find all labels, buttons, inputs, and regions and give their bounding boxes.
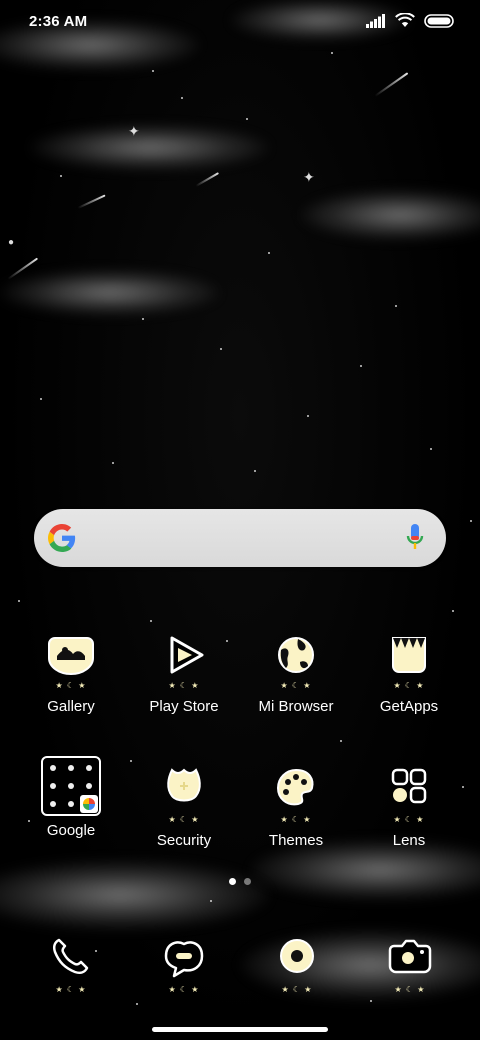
google-folder-icon: [41, 756, 101, 816]
app-lens[interactable]: ★ ☾ ★ Lens: [353, 762, 465, 849]
app-play-store[interactable]: ★ ☾ ★ Play Store: [128, 628, 240, 715]
app-label: Security: [156, 832, 212, 849]
dock-camera[interactable]: ★ ☾ ★: [378, 932, 442, 996]
app-label: Gallery: [47, 698, 95, 715]
page-dot-1[interactable]: [229, 878, 236, 885]
dock-messages[interactable]: ★ ☾ ★: [152, 932, 216, 996]
app-getapps[interactable]: ★ ☾ ★ GetApps: [353, 628, 465, 715]
google-search-bar[interactable]: [34, 509, 446, 567]
signal-icon: [366, 13, 385, 28]
gesture-nav-handle[interactable]: [152, 1027, 328, 1032]
status-bar: 2:36 AM: [0, 0, 480, 44]
app-label: Google: [46, 822, 96, 839]
status-time: 2:36 AM: [29, 13, 88, 30]
dock-phone[interactable]: ★ ☾ ★: [39, 932, 103, 996]
page-dot-2[interactable]: [244, 878, 251, 885]
dock-browser[interactable]: ★ ☾ ★: [265, 932, 329, 996]
wifi-icon: [395, 13, 415, 27]
google-g-icon: [48, 524, 76, 552]
app-google-folder[interactable]: Google: [15, 756, 127, 839]
app-security[interactable]: ★ ☾ ★ Security: [128, 762, 240, 849]
page-indicator: [0, 878, 480, 885]
battery-icon: [424, 13, 454, 28]
app-label: GetApps: [379, 698, 439, 715]
app-mi-browser[interactable]: ★ ☾ ★ Mi Browser: [240, 628, 352, 715]
app-label: Themes: [268, 832, 324, 849]
app-label: Lens: [392, 832, 426, 849]
app-label: Mi Browser: [258, 698, 334, 715]
microphone-icon[interactable]: [406, 524, 424, 552]
home-screen: ✦ ✦ ● 2:36 AM ★ ☾ ★ Gallery ★ ☾ ★ Play S…: [0, 0, 480, 1040]
app-label: Play Store: [149, 698, 219, 715]
app-themes[interactable]: ★ ☾ ★ Themes: [240, 762, 352, 849]
app-gallery[interactable]: ★ ☾ ★ Gallery: [15, 628, 127, 715]
